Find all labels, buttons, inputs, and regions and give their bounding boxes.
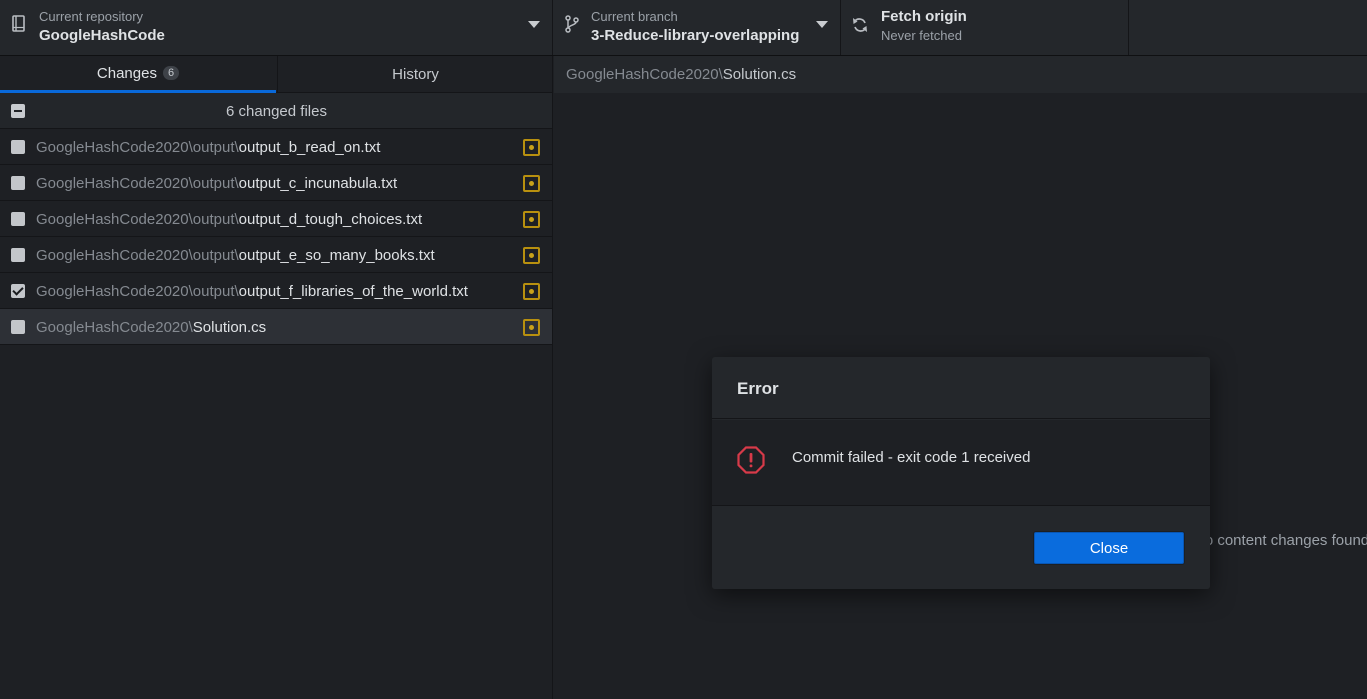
close-button[interactable]: Close xyxy=(1034,532,1184,564)
file-dir: GoogleHashCode2020\output\ xyxy=(36,174,239,192)
dialog-title: Error xyxy=(737,379,779,398)
file-list: GoogleHashCode2020\output\ output_b_read_… xyxy=(0,129,552,345)
file-row[interactable]: GoogleHashCode2020\ Solution.cs xyxy=(0,309,552,345)
toolbar: Current repository GoogleHashCode Curren… xyxy=(0,0,1367,56)
file-checkbox[interactable] xyxy=(11,320,25,334)
file-dir: GoogleHashCode2020\ xyxy=(36,318,193,336)
tab-history-label: History xyxy=(392,66,439,83)
sidebar-tabs: Changes 6 History xyxy=(0,56,552,93)
file-name: output_d_tough_choices.txt xyxy=(238,210,423,228)
file-path: GoogleHashCode2020\output\ output_f_libra… xyxy=(36,273,468,309)
file-name: Solution.cs xyxy=(192,318,267,336)
tab-history[interactable]: History xyxy=(277,56,553,93)
file-name: output_b_read_on.txt xyxy=(238,138,381,156)
file-checkbox[interactable] xyxy=(11,284,25,298)
sync-icon xyxy=(853,18,867,32)
dialog-header: Error xyxy=(712,357,1210,419)
dialog-footer: Close xyxy=(712,507,1210,589)
modified-icon xyxy=(523,211,540,228)
file-path: GoogleHashCode2020\ Solution.cs xyxy=(36,309,266,345)
changes-sidebar: Changes 6 History 6 changed files Google… xyxy=(0,56,553,699)
repository-name: GoogleHashCode xyxy=(39,27,165,44)
fetch-subtitle: Never fetched xyxy=(881,28,962,43)
modified-icon xyxy=(523,283,540,300)
repository-label: Current repository xyxy=(39,9,144,24)
file-path-header: GoogleHashCode2020\ Solution.cs xyxy=(554,56,1367,93)
tab-changes-label: Changes xyxy=(96,64,157,82)
chevron-down-icon xyxy=(816,21,828,28)
error-octagon-icon xyxy=(737,446,765,474)
changes-list-header: 6 changed files xyxy=(0,93,552,129)
changes-count-badge: 6 xyxy=(162,66,180,80)
file-path: GoogleHashCode2020\output\ output_d_tough… xyxy=(36,201,422,237)
modified-icon xyxy=(523,175,540,192)
file-path: GoogleHashCode2020\output\ output_c_incun… xyxy=(36,165,397,201)
file-row[interactable]: GoogleHashCode2020\output\ output_d_tough… xyxy=(0,201,552,237)
dialog-message: Commit failed - exit code 1 received xyxy=(792,449,1031,466)
fetch-origin-button[interactable]: Fetch origin Never fetched xyxy=(841,0,1129,55)
repo-icon xyxy=(12,15,25,32)
file-path: GoogleHashCode2020\output\ output_e_so_ma… xyxy=(36,237,435,273)
file-name: output_c_incunabula.txt xyxy=(238,174,398,192)
file-checkbox[interactable] xyxy=(11,176,25,190)
repository-selector[interactable]: Current repository GoogleHashCode xyxy=(0,0,553,55)
file-row[interactable]: GoogleHashCode2020\output\ output_b_read_… xyxy=(0,129,552,165)
branch-name: 3-Reduce-library-overlapping xyxy=(591,27,800,44)
chevron-down-icon xyxy=(528,21,540,28)
tab-changes[interactable]: Changes 6 xyxy=(0,56,276,93)
file-name: output_f_libraries_of_the_world.txt xyxy=(238,282,468,300)
file-row[interactable]: GoogleHashCode2020\output\ output_c_incun… xyxy=(0,165,552,201)
modified-icon xyxy=(523,319,540,336)
error-dialog: Error Commit failed - exit code 1 receiv… xyxy=(712,357,1210,589)
branch-selector[interactable]: Current branch 3-Reduce-library-overlapp… xyxy=(553,0,841,55)
file-name: output_e_so_many_books.txt xyxy=(238,246,435,264)
file-path: GoogleHashCode2020\output\ output_b_read_… xyxy=(36,129,380,165)
file-checkbox[interactable] xyxy=(11,212,25,226)
dialog-body: Commit failed - exit code 1 received xyxy=(712,420,1210,506)
file-checkbox[interactable] xyxy=(11,248,25,262)
file-row[interactable]: GoogleHashCode2020\output\ output_f_libra… xyxy=(0,273,552,309)
modified-icon xyxy=(523,139,540,156)
branch-icon xyxy=(565,15,579,33)
diff-file-name: Solution.cs xyxy=(722,66,797,83)
file-dir: GoogleHashCode2020\output\ xyxy=(36,246,239,264)
modified-icon xyxy=(523,247,540,264)
file-dir: GoogleHashCode2020\output\ xyxy=(36,138,239,156)
changed-files-count: 6 changed files xyxy=(226,102,327,120)
file-row[interactable]: GoogleHashCode2020\output\ output_e_so_ma… xyxy=(0,237,552,273)
diff-file-dir: GoogleHashCode2020\ xyxy=(566,66,723,83)
fetch-title: Fetch origin xyxy=(881,8,967,25)
file-checkbox[interactable] xyxy=(11,140,25,154)
file-dir: GoogleHashCode2020\output\ xyxy=(36,282,239,300)
file-dir: GoogleHashCode2020\output\ xyxy=(36,210,239,228)
no-changes-message: No content changes found xyxy=(1194,532,1367,549)
branch-label: Current branch xyxy=(591,9,678,24)
